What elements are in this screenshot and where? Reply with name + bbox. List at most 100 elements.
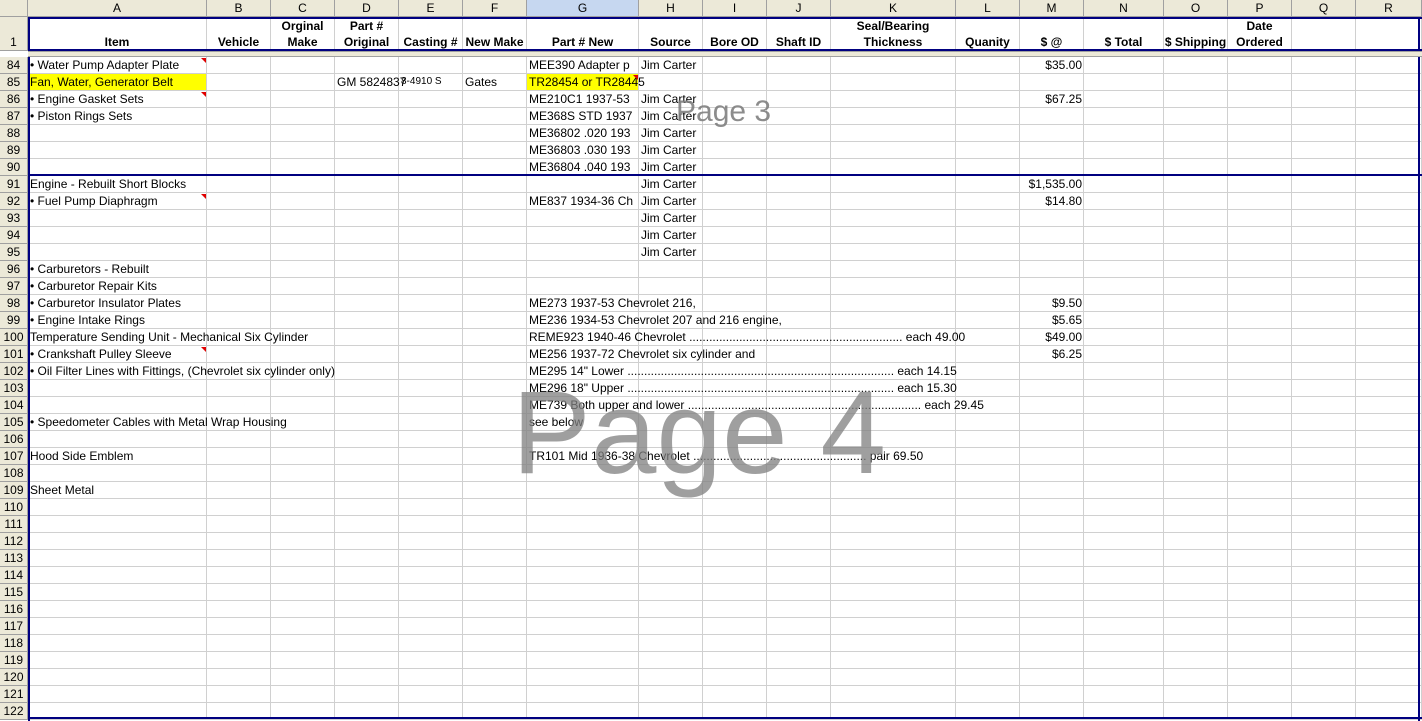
cell-b107[interactable] (207, 448, 271, 465)
cell-m103[interactable] (1020, 380, 1084, 397)
cell-h106[interactable] (639, 431, 703, 448)
cell-q103[interactable] (1292, 380, 1356, 397)
cell-m96[interactable] (1020, 261, 1084, 278)
cell-a104[interactable] (28, 397, 207, 414)
cell-o89[interactable] (1164, 142, 1228, 159)
cell-q93[interactable] (1292, 210, 1356, 227)
cell-o115[interactable] (1164, 584, 1228, 601)
cell-b108[interactable] (207, 465, 271, 482)
cell-a117[interactable] (28, 618, 207, 635)
cell-d98[interactable] (335, 295, 399, 312)
cell-l85[interactable] (956, 74, 1020, 91)
cell-l108[interactable] (956, 465, 1020, 482)
row-header-108[interactable]: 108 (0, 465, 28, 482)
cell-k97[interactable] (831, 278, 956, 295)
cell-n94[interactable] (1084, 227, 1164, 244)
cell-r117[interactable] (1356, 618, 1422, 635)
cell-n114[interactable] (1084, 567, 1164, 584)
header-cell-c[interactable]: Orginal Make (271, 17, 335, 51)
cell-g94[interactable] (527, 227, 639, 244)
cell-b120[interactable] (207, 669, 271, 686)
cell-r116[interactable] (1356, 601, 1422, 618)
cell-q110[interactable] (1292, 499, 1356, 516)
cell-d105[interactable] (335, 414, 399, 431)
cell-p111[interactable] (1228, 516, 1292, 533)
cell-r101[interactable] (1356, 346, 1422, 363)
cell-h96[interactable] (639, 261, 703, 278)
cell-q88[interactable] (1292, 125, 1356, 142)
header-cell-p[interactable]: Date Ordered (1228, 17, 1292, 51)
cell-k91[interactable] (831, 176, 956, 193)
cell-m102[interactable] (1020, 363, 1084, 380)
cell-d109[interactable] (335, 482, 399, 499)
cell-r96[interactable] (1356, 261, 1422, 278)
cell-l84[interactable] (956, 57, 1020, 74)
cell-l120[interactable] (956, 669, 1020, 686)
cell-m89[interactable] (1020, 142, 1084, 159)
cell-g111[interactable] (527, 516, 639, 533)
cell-o116[interactable] (1164, 601, 1228, 618)
cell-p120[interactable] (1228, 669, 1292, 686)
cell-o119[interactable] (1164, 652, 1228, 669)
row-header-105[interactable]: 105 (0, 414, 28, 431)
row-header-84[interactable]: 84 (0, 57, 28, 74)
cell-e106[interactable] (399, 431, 463, 448)
cell-h115[interactable] (639, 584, 703, 601)
cell-j96[interactable] (767, 261, 831, 278)
column-header-m[interactable]: M (1020, 0, 1084, 17)
cell-g121[interactable] (527, 686, 639, 703)
cell-b97[interactable] (207, 278, 271, 295)
cell-a111[interactable] (28, 516, 207, 533)
cell-q99[interactable] (1292, 312, 1356, 329)
cell-e98[interactable] (399, 295, 463, 312)
cell-b101[interactable] (207, 346, 271, 363)
select-all-corner[interactable] (0, 0, 28, 17)
cell-j115[interactable] (767, 584, 831, 601)
row-header-86[interactable]: 86 (0, 91, 28, 108)
row-header-100[interactable]: 100 (0, 329, 28, 346)
cell-j98[interactable] (767, 295, 831, 312)
cell-i91[interactable] (703, 176, 767, 193)
cell-r118[interactable] (1356, 635, 1422, 652)
cell-n96[interactable] (1084, 261, 1164, 278)
column-header-c[interactable]: C (271, 0, 335, 17)
cell-l95[interactable] (956, 244, 1020, 261)
cell-e108[interactable] (399, 465, 463, 482)
cell-r89[interactable] (1356, 142, 1422, 159)
cell-f100[interactable] (463, 329, 527, 346)
column-header-h[interactable]: H (639, 0, 703, 17)
cell-c121[interactable] (271, 686, 335, 703)
cell-n91[interactable] (1084, 176, 1164, 193)
cell-r109[interactable] (1356, 482, 1422, 499)
row-header-121[interactable]: 121 (0, 686, 28, 703)
cell-d99[interactable] (335, 312, 399, 329)
cell-l118[interactable] (956, 635, 1020, 652)
cell-a112[interactable] (28, 533, 207, 550)
comment-indicator-icon[interactable] (201, 92, 206, 97)
cell-i98[interactable] (703, 295, 767, 312)
cell-k118[interactable] (831, 635, 956, 652)
row-header-98[interactable]: 98 (0, 295, 28, 312)
cell-n105[interactable] (1084, 414, 1164, 431)
cell-r92[interactable] (1356, 193, 1422, 210)
column-header-l[interactable]: L (956, 0, 1020, 17)
cell-m117[interactable] (1020, 618, 1084, 635)
row-header-88[interactable]: 88 (0, 125, 28, 142)
cell-c115[interactable] (271, 584, 335, 601)
cell-q87[interactable] (1292, 108, 1356, 125)
cell-f110[interactable] (463, 499, 527, 516)
cell-e84[interactable] (399, 57, 463, 74)
cell-k109[interactable] (831, 482, 956, 499)
cell-h112[interactable] (639, 533, 703, 550)
header-cell-a[interactable]: Item (28, 17, 207, 51)
cell-q92[interactable] (1292, 193, 1356, 210)
cell-b109[interactable] (207, 482, 271, 499)
row-header-97[interactable]: 97 (0, 278, 28, 295)
cell-m110[interactable] (1020, 499, 1084, 516)
cell-k108[interactable] (831, 465, 956, 482)
row-header-85[interactable]: 85 (0, 74, 28, 91)
cell-h120[interactable] (639, 669, 703, 686)
cell-o97[interactable] (1164, 278, 1228, 295)
cell-e102[interactable] (399, 363, 463, 380)
cell-b98[interactable] (207, 295, 271, 312)
